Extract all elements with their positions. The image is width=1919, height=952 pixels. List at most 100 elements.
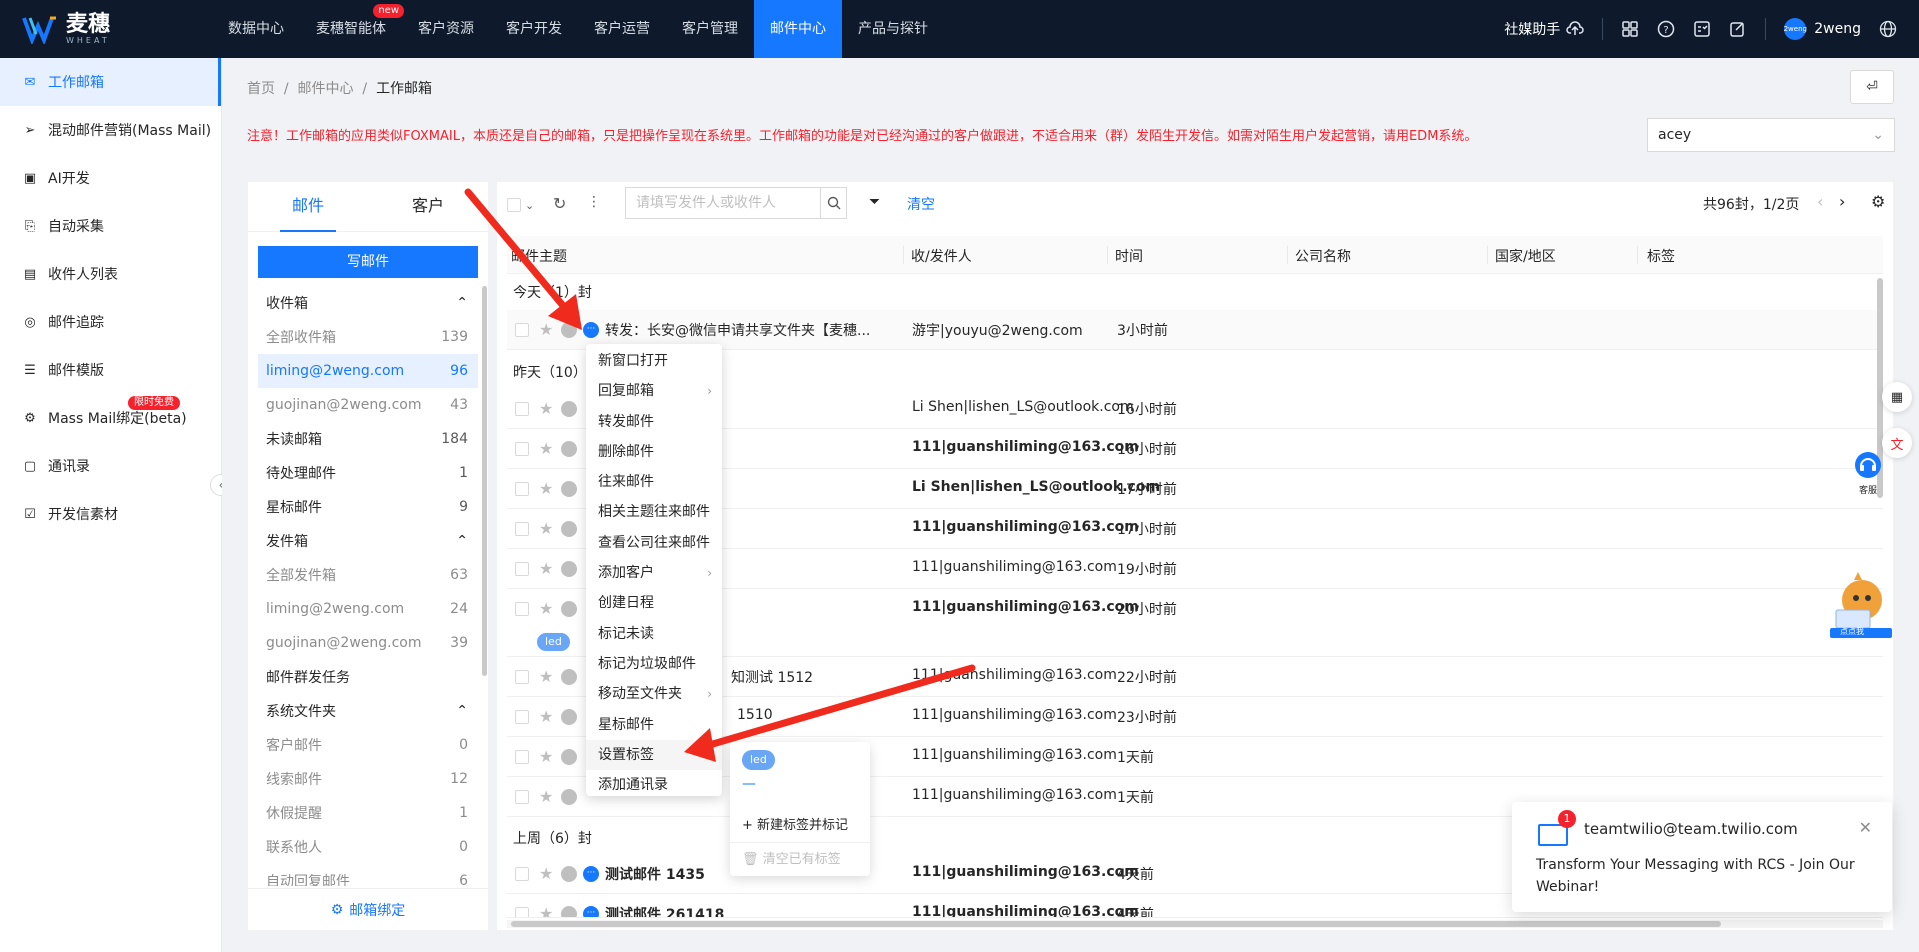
row-checkbox[interactable] (515, 670, 529, 684)
star-icon[interactable]: ★ (539, 599, 553, 618)
scrollbar-thumb[interactable] (511, 921, 1721, 927)
more-dot-icon[interactable]: ··· (583, 906, 599, 917)
clear-filter-button[interactable]: 清空 (907, 194, 935, 214)
row-checkbox[interactable] (515, 522, 529, 536)
exit-button[interactable]: ⏎ (1850, 70, 1894, 104)
notification-sender[interactable]: teamtwilio@team.twilio.com (1584, 820, 1798, 838)
star-icon[interactable]: ★ (539, 399, 553, 418)
nav-products-probe[interactable]: 产品与探针 (842, 0, 944, 58)
clock-icon[interactable] (561, 322, 577, 338)
row-checkbox[interactable] (515, 562, 529, 576)
row-checkbox[interactable] (515, 482, 529, 496)
compose-button[interactable]: 写邮件 (258, 246, 478, 278)
tasks-button[interactable] (1693, 20, 1711, 38)
nav-mail-center[interactable]: 邮件中心 (754, 0, 842, 58)
sidebar-item-templates[interactable]: ☰ 邮件模版 (0, 346, 221, 394)
more-dot-icon[interactable]: ··· (583, 322, 599, 338)
breadcrumb-home[interactable]: 首页 (247, 81, 275, 97)
clock-icon[interactable] (561, 789, 577, 805)
row-checkbox[interactable] (515, 402, 529, 416)
more-dot-icon[interactable]: ··· (583, 866, 599, 882)
filter-icon[interactable]: ⏷ (869, 194, 880, 210)
menu-item-correspondence[interactable]: 往来邮件 (586, 467, 722, 497)
col-tags[interactable]: 标签 (1647, 246, 1675, 266)
nav-customer-development[interactable]: 客户开发 (490, 0, 578, 58)
star-icon[interactable]: ★ (539, 864, 553, 883)
nav-ai-agent[interactable]: 麦穗智能体 new (300, 0, 404, 58)
menu-item-mark-unread[interactable]: 标记未读 (586, 619, 722, 649)
col-from[interactable]: 收/发件人 (911, 246, 972, 266)
clock-icon[interactable] (561, 401, 577, 417)
menu-item-add-contacts[interactable]: 添加通讯录 (586, 770, 722, 800)
brand-logo[interactable]: 麦穗 WHEAT (0, 0, 200, 58)
col-company[interactable]: 公司名称 (1295, 246, 1351, 266)
star-icon[interactable]: ★ (539, 519, 553, 538)
folder-item[interactable]: guojinan@2weng.com 43 (258, 388, 478, 422)
clock-icon[interactable] (561, 441, 577, 457)
star-icon[interactable]: ★ (539, 904, 553, 917)
clock-icon[interactable] (561, 906, 577, 917)
menu-item-create-schedule[interactable]: 创建日程 (586, 588, 722, 618)
search-button[interactable] (820, 188, 846, 218)
folder-item[interactable]: 邮件群发任务 (258, 660, 478, 694)
tag-option-led[interactable]: led (742, 750, 775, 770)
row-checkbox[interactable] (515, 442, 529, 456)
nav-data-center[interactable]: 数据中心 (212, 0, 300, 58)
folder-scrollbar[interactable] (482, 286, 487, 676)
user-menu[interactable]: 2weng 2weng (1784, 18, 1861, 40)
next-page-icon[interactable]: › (1839, 192, 1845, 211)
star-icon[interactable]: ★ (539, 667, 553, 686)
menu-item-open-new-window[interactable]: 新窗口打开 (586, 346, 722, 376)
new-tag-button[interactable]: + 新建标签并标记 (742, 814, 848, 833)
star-icon[interactable]: ★ (539, 439, 553, 458)
tab-mail[interactable]: 邮件 (248, 182, 368, 232)
sidebar-item-mass-mail-binding[interactable]: ⚙ Mass Mail绑定(beta) 限时免费 (0, 394, 221, 442)
breadcrumb-mail-center[interactable]: 邮件中心 (298, 81, 354, 97)
menu-item-add-customer[interactable]: 添加客户 › (586, 558, 722, 588)
folder-item[interactable]: 客户邮件 0 (258, 728, 478, 762)
mailbox-binding-button[interactable]: ⚙ 邮箱绑定 (248, 888, 488, 930)
row-checkbox[interactable] (515, 907, 529, 917)
mascot-assistant[interactable]: 点点我 (1826, 570, 1896, 640)
sidebar-item-materials[interactable]: ☑ 开发信素材 (0, 490, 221, 538)
star-icon[interactable]: ★ (539, 707, 553, 726)
nav-customer-operations[interactable]: 客户运营 (578, 0, 666, 58)
nav-customer-resources[interactable]: 客户资源 (402, 0, 490, 58)
help-button[interactable]: ? (1657, 20, 1675, 38)
folder-item[interactable]: 全部收件箱 139 (258, 320, 478, 354)
row-checkbox[interactable] (515, 750, 529, 764)
menu-item-reply[interactable]: 回复邮箱 › (586, 376, 722, 406)
clock-icon[interactable] (561, 481, 577, 497)
sidebar-item-recipients[interactable]: ▤ 收件人列表 (0, 250, 221, 298)
horizontal-scrollbar[interactable] (507, 920, 1883, 928)
star-icon[interactable]: ★ (539, 479, 553, 498)
folder-item[interactable]: 全部发件箱 63 (258, 558, 478, 592)
account-select[interactable]: acey ⌄ (1647, 118, 1895, 152)
row-checkbox[interactable] (515, 790, 529, 804)
social-assistant-button[interactable]: 社媒助手 (1504, 19, 1584, 39)
menu-item-related-subject[interactable]: 相关主题往来邮件 (586, 497, 722, 527)
clock-icon[interactable] (561, 749, 577, 765)
menu-item-company-mails[interactable]: 查看公司往来邮件 (586, 528, 722, 558)
row-checkbox[interactable] (515, 602, 529, 616)
menu-item-move-folder[interactable]: 移动至文件夹 › (586, 679, 722, 709)
menu-item-forward[interactable]: 转发邮件 (586, 407, 722, 437)
sidebar-item-mass-mail[interactable]: ➢ 混动邮件营销(Mass Mail) (0, 106, 221, 154)
folder-item[interactable]: 休假提醒 1 (258, 796, 478, 830)
sidebar-item-ai-dev[interactable]: ▣ AI开发 (0, 154, 221, 202)
clear-tags-button[interactable]: 🗑 清空已有标签 (742, 848, 841, 867)
sidebar-item-auto-collect[interactable]: ⎘ 自动采集 (0, 202, 221, 250)
row-checkbox[interactable] (515, 867, 529, 881)
customer-service-button[interactable]: 客服 (1852, 450, 1884, 496)
float-qrcode-button[interactable]: ▦ (1882, 382, 1912, 412)
close-icon[interactable]: ✕ (1859, 818, 1872, 837)
language-button[interactable] (1879, 20, 1897, 38)
clock-icon[interactable] (561, 866, 577, 882)
prev-page-icon[interactable]: ‹ (1817, 192, 1823, 211)
settings-icon[interactable]: ⚙ (1871, 192, 1885, 211)
clock-icon[interactable] (561, 669, 577, 685)
folder-header-outbox[interactable]: 发件箱 ⌃ (258, 524, 478, 558)
col-subject[interactable]: 邮件主题 (511, 246, 567, 266)
folder-header-system[interactable]: 系统文件夹 ⌃ (258, 694, 478, 728)
clock-icon[interactable] (561, 709, 577, 725)
